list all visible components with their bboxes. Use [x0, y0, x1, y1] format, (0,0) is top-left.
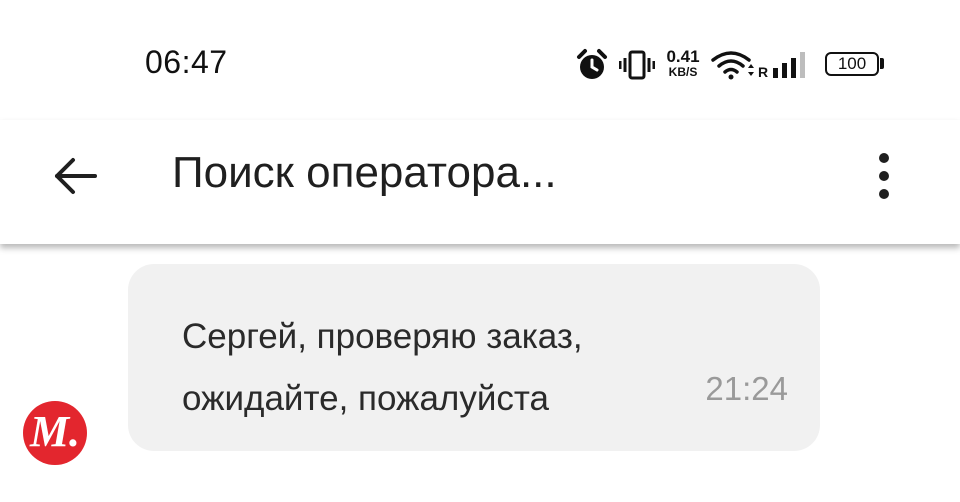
message-text: Сергей, проверяю заказ, ожидайте, пожалу… [182, 317, 583, 418]
more-menu-button[interactable] [860, 148, 908, 208]
status-time: 06:47 [145, 44, 228, 80]
net-speed-unit: KB/S [668, 65, 698, 79]
avatar: M. [23, 401, 87, 465]
arrow-left-icon [53, 157, 99, 200]
page-title: Поиск оператора... [172, 148, 557, 197]
chat-area[interactable]: M. Сергей, проверяю заказ, ожидайте, пож… [0, 244, 960, 502]
avatar-logo: M. [29, 407, 81, 456]
app-bar: Поиск оператора... [0, 120, 960, 244]
net-speed-value: 0.41 [666, 47, 700, 66]
more-vertical-icon [877, 152, 891, 205]
net-speed: 0.41 KB/S [663, 48, 703, 78]
battery-cap [880, 58, 884, 69]
alarm-icon [575, 48, 609, 87]
message-bubble[interactable]: Сергей, проверяю заказ, ожидайте, пожалу… [128, 264, 820, 451]
message-time: 21:24 [705, 370, 788, 407]
wifi-icon [711, 50, 755, 85]
back-button[interactable] [48, 150, 104, 206]
status-bar: 06:47 0.41 KB/S R 100 [0, 0, 960, 120]
roaming-indicator: R [758, 64, 769, 80]
vibrate-icon [618, 50, 656, 85]
battery-icon: 100 [825, 52, 879, 76]
signal-icon [772, 50, 812, 85]
chat-screen: 06:47 0.41 KB/S R 100 Поиск оператора...… [0, 0, 960, 502]
